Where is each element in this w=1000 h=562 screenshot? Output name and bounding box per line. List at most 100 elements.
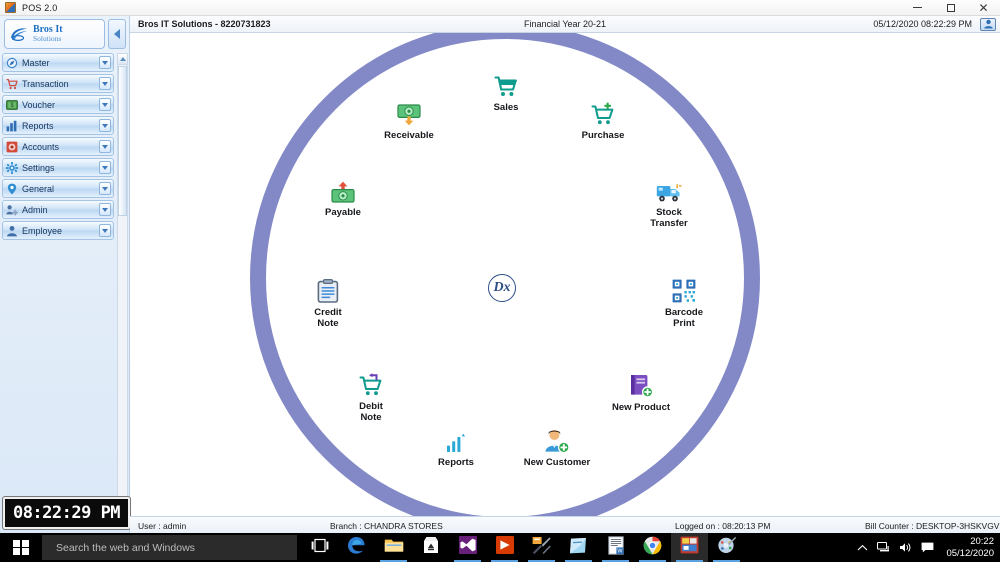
cart-plus-icon [591, 100, 615, 126]
dashboard-node-credit-note[interactable]: Credit Note [283, 277, 373, 329]
dashboard-node-receivable[interactable]: Receivable [364, 100, 454, 141]
dashboard-node-new-product[interactable]: New Product [596, 372, 686, 413]
edge-icon [347, 536, 366, 560]
dashboard-node-debit-note[interactable]: Debit Note [326, 371, 416, 423]
clipboard-icon [317, 277, 339, 303]
start-button[interactable] [0, 533, 42, 562]
taskbar-file-explorer-icon[interactable] [375, 533, 412, 562]
current-datetime: 05/12/2020 08:22:29 PM [873, 19, 972, 29]
taskbar-clock-time: 20:22 [970, 535, 994, 547]
cart-icon [6, 78, 18, 90]
collapse-sidebar-button[interactable] [108, 19, 126, 49]
sidebar-item-admin[interactable]: Admin [2, 200, 114, 219]
chevron-down-icon[interactable] [99, 119, 111, 132]
taskbar-search-box[interactable]: Search the web and Windows [42, 535, 297, 560]
desktop-lcd-clock: 08:22:29 PM [3, 497, 130, 529]
taskbar-clock[interactable]: 20:22 05/12/2020 [946, 536, 994, 560]
lcd-clock-time: 08:22:29 PM [12, 503, 121, 523]
application-body: Bros It Solutions Master Transaction $ Vouc… [0, 16, 1000, 533]
chevron-down-icon[interactable] [99, 56, 111, 69]
sidebar-scrollbar[interactable] [117, 53, 128, 523]
document-icon: W [607, 535, 624, 560]
taskbar-edge-icon[interactable] [338, 533, 375, 562]
sidebar-menu-list: Master Transaction $ Voucher Reports Accounts… [2, 53, 114, 240]
dashboard-node-sales[interactable]: Sales [461, 72, 551, 113]
sidebar-item-label: Accounts [22, 141, 60, 152]
dashboard-node-reports[interactable]: Reports [411, 427, 501, 468]
taskbar-task-view-icon[interactable] [301, 533, 338, 562]
dashboard-node-label: New Customer [523, 457, 591, 468]
dashboard-node-purchase[interactable]: Purchase [558, 100, 648, 141]
dashboard-node-barcode-print[interactable]: Barcode Print [639, 277, 729, 329]
dashboard-node-label: Payable [325, 207, 361, 218]
network-icon[interactable] [877, 542, 890, 553]
dashboard-node-new-customer[interactable]: New Customer [512, 427, 602, 468]
taskbar-chrome-icon[interactable] [634, 533, 671, 562]
dashboard-node-stock-transfer[interactable]: Stock Transfer [624, 177, 714, 229]
money-icon: $ [6, 99, 18, 111]
sidebar-item-transaction[interactable]: Transaction [2, 74, 114, 93]
company-title: Bros IT Solutions - 8220731823 [138, 19, 271, 29]
sidebar-item-voucher[interactable]: $ Voucher [2, 95, 114, 114]
taskbar-paint-icon[interactable] [708, 533, 745, 562]
show-hidden-icons-chevron[interactable] [857, 544, 868, 552]
sidebar-item-general[interactable]: General [2, 179, 114, 198]
taskbar-access-icon[interactable] [486, 533, 523, 562]
visual-studio-icon [458, 536, 477, 559]
dashboard-node-label: Reports [438, 457, 474, 468]
file-explorer-icon [384, 537, 404, 559]
pin-icon [6, 183, 18, 195]
status-branch: Branch : CHANDRA STORES [330, 521, 443, 531]
taskbar-pos-app-icon[interactable] [671, 533, 708, 562]
dashboard-canvas: Dx Sales Receivable Purchase Payable Stock T… [130, 33, 1000, 516]
taskbar-notepad-icon[interactable] [560, 533, 597, 562]
sidebar-item-employee[interactable]: Employee [2, 221, 114, 240]
admin-icon [6, 204, 18, 216]
minimize-button[interactable] [901, 0, 934, 16]
user-badge-icon[interactable] [980, 17, 996, 31]
chevron-down-icon[interactable] [99, 203, 111, 216]
sidebar-item-reports[interactable]: Reports [2, 116, 114, 135]
chevron-down-icon[interactable] [99, 182, 111, 195]
chevron-down-icon[interactable] [99, 77, 111, 90]
sidebar-item-label: Master [22, 57, 50, 68]
taskbar-document-icon[interactable]: W [597, 533, 634, 562]
sidebar-item-label: Admin [22, 204, 48, 215]
close-button[interactable]: ✕ [967, 0, 1000, 16]
volume-icon[interactable] [899, 542, 912, 553]
qr-code-icon [672, 277, 696, 303]
window-titlebar: POS 2.0 ✕ [0, 0, 1000, 16]
dashboard-node-label: Credit Note [314, 307, 342, 329]
chevron-down-icon[interactable] [99, 98, 111, 111]
paint-icon [717, 536, 736, 559]
status-logged-on: Logged on : 08:20:13 PM [675, 521, 771, 531]
taskbar-store-icon[interactable] [412, 533, 449, 562]
new-product-icon [629, 372, 653, 398]
taskbar-visual-studio-icon[interactable] [449, 533, 486, 562]
sidebar-item-label: Employee [22, 225, 63, 236]
dashboard-node-payable[interactable]: Payable [298, 177, 388, 218]
sidebar-item-master[interactable]: Master [2, 53, 114, 72]
scrollbar-thumb[interactable] [118, 66, 127, 216]
maximize-button[interactable] [934, 0, 967, 16]
taskbar-dev-tool-icon[interactable] [523, 533, 560, 562]
delivery-truck-icon [656, 177, 682, 203]
sidebar-item-label: Voucher [22, 99, 56, 110]
chevron-left-icon [114, 29, 120, 39]
sidebar-menu: Master Transaction $ Voucher Reports Accounts… [2, 53, 128, 523]
scroll-up-button[interactable] [118, 54, 127, 65]
dashboard-node-label: Purchase [581, 130, 625, 141]
sidebar-item-accounts[interactable]: Accounts [2, 137, 114, 156]
status-user: User : admin [138, 521, 187, 531]
action-center-icon[interactable] [921, 542, 934, 553]
window-controls: ✕ [901, 0, 1000, 16]
chevron-down-icon[interactable] [99, 224, 111, 237]
sidebar-item-settings[interactable]: Settings [2, 158, 114, 177]
chevron-down-icon[interactable] [99, 140, 111, 153]
compass-icon [6, 57, 18, 69]
dashboard-node-label: Debit Note [359, 401, 383, 423]
chevron-down-icon[interactable] [99, 161, 111, 174]
dashboard-node-label: Stock Transfer [650, 207, 688, 229]
windows-taskbar: Search the web and Windows W 20:22 05/12… [0, 533, 1000, 562]
pos-app-icon [680, 536, 699, 559]
